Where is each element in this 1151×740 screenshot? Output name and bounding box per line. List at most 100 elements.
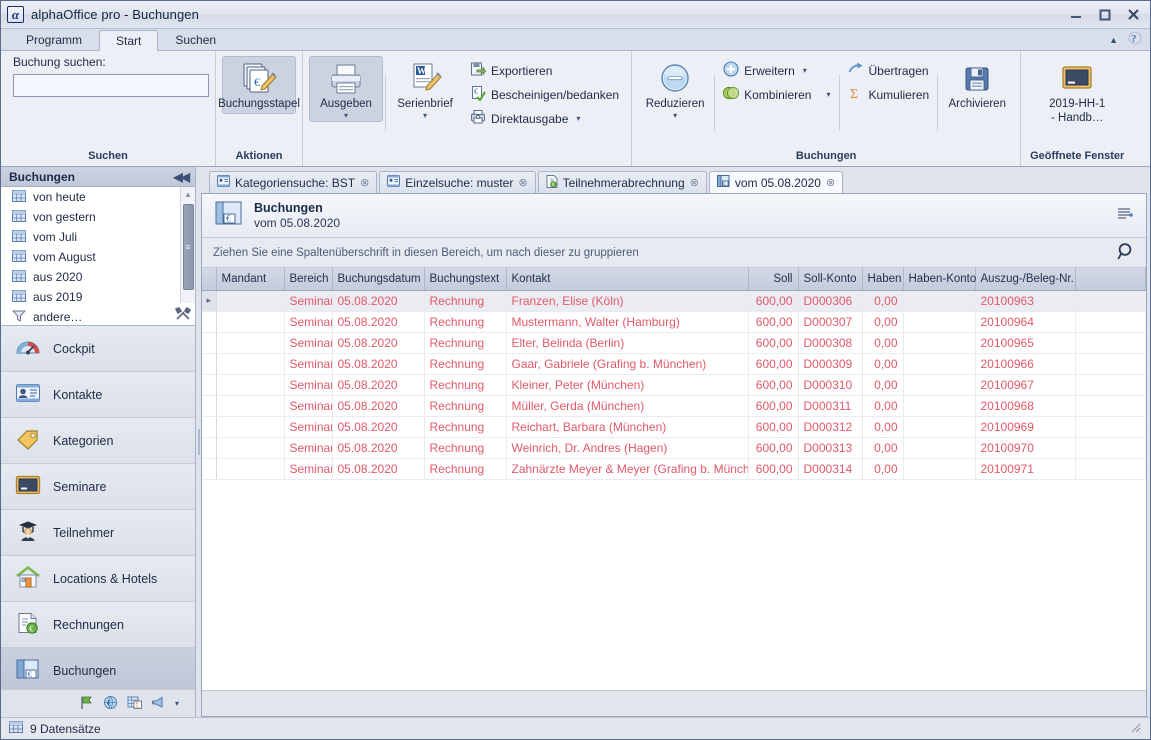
close-icon[interactable]: ⊗ xyxy=(690,176,699,189)
cell-haben-konto xyxy=(903,437,976,459)
table-sigma-icon[interactable]: Σ xyxy=(127,695,142,713)
booking-euro-icon: € xyxy=(716,175,730,190)
serienbrief-button[interactable]: W Serienbrief ▾ xyxy=(388,56,462,122)
cell-kontakt: Reichart, Barbara (München) xyxy=(506,416,749,438)
ribbon-tab-suchen[interactable]: Suchen xyxy=(158,29,233,50)
cell-mandant xyxy=(216,458,285,480)
flag-icon[interactable] xyxy=(79,695,94,713)
serienbrief-caret-icon[interactable]: ▾ xyxy=(423,112,427,120)
group-panel[interactable]: Ziehen Sie eine Spaltenüberschrift in di… xyxy=(202,238,1146,268)
sidebar-item-buchungen[interactable]: € Buchungen xyxy=(1,648,195,689)
sidebar-filter-von-heute[interactable]: von heute xyxy=(1,187,195,207)
megaphone-icon[interactable] xyxy=(151,695,166,713)
reduzieren-button[interactable]: Reduzieren ▾ xyxy=(638,56,712,122)
maximize-button[interactable] xyxy=(1090,2,1119,28)
open-window-button[interactable]: 2019-HH-1 - Handb… xyxy=(1027,56,1127,128)
plus-circle-icon xyxy=(723,61,739,80)
archivieren-button[interactable]: Archivieren xyxy=(940,56,1014,114)
resize-grip-icon[interactable] xyxy=(1129,721,1144,737)
erweitern-caret-icon[interactable]: ▾ xyxy=(803,67,807,75)
table-row[interactable]: Seminar 05.08.2020 Rechnung Zahnärzte Me… xyxy=(202,458,1146,480)
scroll-up-icon[interactable]: ▲ xyxy=(184,187,192,201)
column-header-soll[interactable]: Soll xyxy=(748,268,799,291)
sidebar-filter-vom-juli[interactable]: vom Juli xyxy=(1,227,195,247)
sidebar-tools-button[interactable] xyxy=(171,303,195,325)
column-header-indicator[interactable] xyxy=(202,268,217,291)
layout-icon[interactable] xyxy=(1117,207,1138,225)
close-icon[interactable]: ⊗ xyxy=(360,176,369,189)
sidebar-filter-von-gestern[interactable]: von gestern xyxy=(1,207,195,227)
column-header-buchungstext[interactable]: Buchungstext xyxy=(424,268,507,291)
doc-tab-einzelsuche[interactable]: Einzelsuche: muster ⊗ xyxy=(379,171,536,193)
sidebar-filter-label: aus 2019 xyxy=(33,290,83,304)
scrollbar-thumb[interactable]: ≡ xyxy=(182,204,194,290)
table-row[interactable]: Seminar 05.08.2020 Rechnung Gaar, Gabrie… xyxy=(202,353,1146,375)
collapse-ribbon-icon[interactable]: ▲ xyxy=(1109,35,1118,45)
data-grid[interactable]: Mandant Bereich Buchungsdatum Buchungste… xyxy=(202,268,1146,690)
ribbon-tab-start[interactable]: Start xyxy=(99,30,159,51)
graduate-icon xyxy=(15,519,41,546)
ausgeben-button[interactable]: Ausgeben ▾ xyxy=(309,56,383,122)
ribbon-tab-programm[interactable]: Programm xyxy=(9,29,99,50)
sidebar-filter-aus-2019[interactable]: aus 2019 xyxy=(1,287,195,307)
direktausgabe-caret-icon[interactable]: ▾ xyxy=(576,115,580,123)
close-icon[interactable]: ⊗ xyxy=(518,176,527,189)
kombinieren-caret-icon[interactable]: ▾ xyxy=(826,91,830,99)
serienbrief-label: Serienbrief xyxy=(397,98,453,110)
search-icon[interactable] xyxy=(1117,242,1136,264)
column-header-mandant[interactable]: Mandant xyxy=(216,268,285,291)
cell-mandant xyxy=(216,311,285,333)
doc-tab-vom-05-08-2020[interactable]: € vom 05.08.2020 ⊗ xyxy=(708,171,844,193)
close-button[interactable] xyxy=(1119,2,1148,28)
ausgeben-caret-icon[interactable]: ▾ xyxy=(344,112,348,120)
chevron-down-icon[interactable]: ▾ xyxy=(175,699,179,708)
doc-tab-teilnehmerabrechnung[interactable]: € Teilnehmerabrechnung ⊗ xyxy=(537,171,707,193)
direktausgabe-button[interactable]: Direktausgabe ▾ xyxy=(464,107,625,130)
close-icon[interactable]: ⊗ xyxy=(826,176,835,189)
sidebar-filter-label: vom Juli xyxy=(33,230,78,244)
reduzieren-caret-icon[interactable]: ▾ xyxy=(673,112,677,120)
table-row[interactable]: Seminar 05.08.2020 Rechnung Reichart, Ba… xyxy=(202,416,1146,438)
search-input[interactable] xyxy=(13,74,209,97)
cell-soll-konto: D000314 xyxy=(798,458,863,480)
column-header-haben[interactable]: Haben xyxy=(862,268,904,291)
sidebar-collapse-icon[interactable]: ◀◀ xyxy=(174,170,191,184)
column-header-beleg-nr[interactable]: Auszug-/Beleg-Nr. xyxy=(975,268,1076,291)
globe-euro-icon[interactable]: € xyxy=(103,695,118,713)
column-header-buchungsdatum[interactable]: Buchungsdatum xyxy=(332,268,425,291)
cell-mandant xyxy=(216,437,285,459)
table-row[interactable]: Seminar 05.08.2020 Rechnung Weinrich, Dr… xyxy=(202,437,1146,459)
column-header-haben-konto[interactable]: Haben-Konto xyxy=(903,268,976,291)
help-icon[interactable]: ? xyxy=(1128,31,1142,48)
table-row[interactable]: Seminar 05.08.2020 Rechnung Elter, Belin… xyxy=(202,332,1146,354)
doc-tab-kategoriensuche[interactable]: Kategoriensuche: BST ⊗ xyxy=(209,171,378,193)
sidebar-filter-andere[interactable]: andere… xyxy=(1,307,195,325)
table-row[interactable]: Seminar 05.08.2020 Rechnung Müller, Gerd… xyxy=(202,395,1146,417)
table-row[interactable]: Seminar 05.08.2020 Rechnung Kleiner, Pet… xyxy=(202,374,1146,396)
minimize-button[interactable] xyxy=(1061,2,1090,28)
sidebar-item-kontakte[interactable]: Kontakte xyxy=(1,372,195,418)
erweitern-button[interactable]: Erweitern ▾ xyxy=(717,59,836,82)
kombinieren-button[interactable]: Kombinieren ▾ xyxy=(717,83,836,106)
sidebar-filter-vom-august[interactable]: vom August xyxy=(1,247,195,267)
cell-mandant xyxy=(216,353,285,375)
sidebar-item-locations-hotels[interactable]: Locations & Hotels xyxy=(1,556,195,602)
table-row[interactable]: ▸ Seminar 05.08.2020 Rechnung Franzen, E… xyxy=(202,290,1146,312)
cell-datum: 05.08.2020 xyxy=(332,332,425,354)
sidebar-item-rechnungen[interactable]: € Rechnungen xyxy=(1,602,195,648)
cell-beleg: 20100971 xyxy=(975,458,1076,480)
column-header-kontakt[interactable]: Kontakt xyxy=(506,268,749,291)
bescheinigen-button[interactable]: € Bescheinigen/bedanken xyxy=(464,83,625,106)
table-row[interactable]: Seminar 05.08.2020 Rechnung Mustermann, … xyxy=(202,311,1146,333)
uebertragen-button[interactable]: Übertragen xyxy=(842,59,936,82)
kumulieren-button[interactable]: Σ Kumulieren xyxy=(842,83,936,106)
buchungsstapel-button[interactable]: € Buchungsstapel xyxy=(218,56,300,114)
sidebar-item-kategorien[interactable]: Kategorien xyxy=(1,418,195,464)
column-header-soll-konto[interactable]: Soll-Konto xyxy=(798,268,863,291)
sidebar-item-seminare[interactable]: Seminare xyxy=(1,464,195,510)
exportieren-button[interactable]: Exportieren xyxy=(464,59,625,82)
sidebar-filter-aus-2020[interactable]: aus 2020 xyxy=(1,267,195,287)
sidebar-item-teilnehmer[interactable]: Teilnehmer xyxy=(1,510,195,556)
sidebar-item-cockpit[interactable]: Cockpit xyxy=(1,326,195,372)
column-header-bereich[interactable]: Bereich xyxy=(284,268,333,291)
